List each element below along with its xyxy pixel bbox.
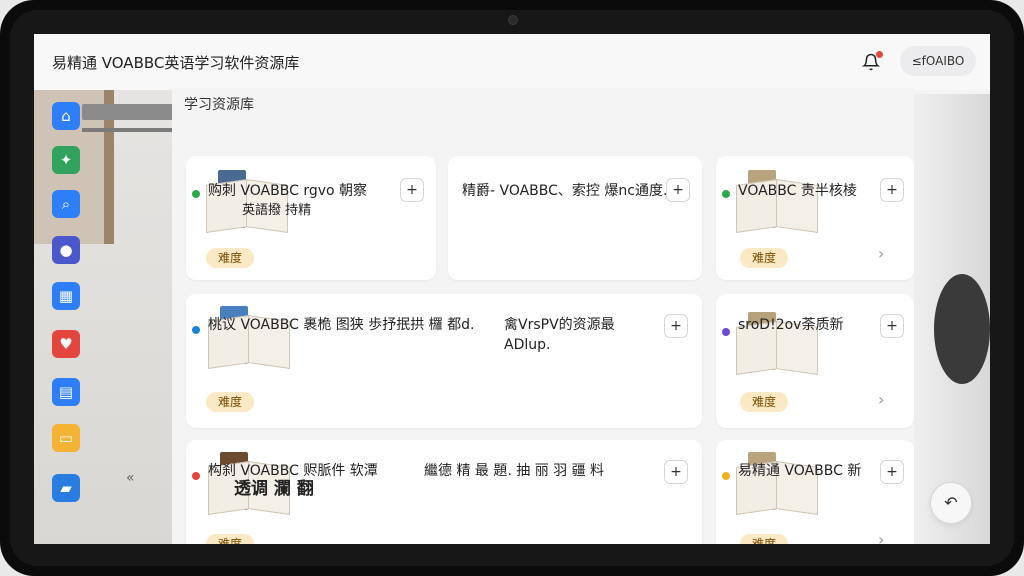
card-subtitle: 透调 瀾 翻	[234, 479, 314, 499]
sidebar-item-calendar[interactable]: ▤	[52, 378, 80, 406]
book-image	[736, 170, 824, 233]
plus-icon: +	[670, 318, 682, 334]
plus-icon: +	[886, 464, 898, 480]
grid-icon: ▦	[58, 287, 74, 305]
chevron-right-icon[interactable]: ›	[878, 530, 884, 544]
sidebar-item-downloads[interactable]: ▰	[52, 474, 80, 502]
sidebar: ⌂ ✦ ⌕ ● ▦ ♥ ▤ ▭ ▰	[46, 94, 86, 544]
sidebar-item-search[interactable]: ⌕	[52, 190, 80, 218]
resource-card[interactable]: 构刹 VOABBC 赆脈件 软潭 透调 瀾 翻 繼德 精 最 題. 抽 丽 羽 …	[186, 440, 702, 544]
resource-card[interactable]: 购刺 VOABBC rgvo 朝察 英語撥 持精 + 难度	[186, 156, 436, 280]
notification-dot	[876, 51, 883, 58]
add-button[interactable]: +	[664, 460, 688, 484]
tag-gem-icon	[722, 472, 730, 480]
background-room-right	[914, 94, 990, 544]
collapse-sidebar-button[interactable]: «	[126, 470, 135, 486]
difficulty-badge: 难度	[206, 534, 254, 544]
card-title: 易精通 VOABBC 新	[738, 463, 862, 479]
heart-icon: ♥	[59, 335, 73, 353]
add-button[interactable]: +	[880, 460, 904, 484]
book-image	[206, 170, 294, 233]
card-title: 构刹 VOABBC 赆脈件 软潭	[208, 463, 378, 479]
card-title-secondary: 禽VrsPV的资源最	[504, 317, 615, 333]
sidebar-item-favorites[interactable]: ♥	[52, 330, 80, 358]
difficulty-badge: 难度	[740, 248, 788, 268]
calendar-icon: ▤	[58, 383, 74, 401]
user-icon: ●	[59, 241, 73, 259]
plus-icon: +	[886, 318, 898, 334]
tag-gem-icon	[192, 472, 200, 480]
tag-gem-icon	[722, 190, 730, 198]
sidebar-item-apps[interactable]: ▦	[52, 282, 80, 310]
user-pill-label: ≤fOAIBO	[911, 54, 965, 68]
book-image	[208, 306, 296, 369]
notes-icon: ▭	[58, 429, 74, 447]
add-button[interactable]: +	[666, 178, 690, 202]
sparkle-icon: ✦	[59, 151, 73, 169]
tag-gem-icon	[192, 326, 200, 334]
difficulty-badge: 难度	[740, 392, 788, 412]
plus-icon: +	[406, 182, 418, 198]
book-image	[736, 452, 824, 515]
screen: 易精通 VOABBC英语学习软件资源库 ≤fOAIBO ⌂ ✦ ⌕ ● ▦ ♥	[34, 34, 990, 544]
search-icon: ⌕	[61, 195, 71, 213]
plus-icon: +	[886, 182, 898, 198]
floating-action-button[interactable]: ↶	[930, 482, 972, 524]
add-button[interactable]: +	[400, 178, 424, 202]
card-subtitle: ADlup.	[504, 337, 551, 353]
card-title: VOABBC 责半核棱	[738, 183, 857, 199]
resource-card[interactable]: VOABBC 责半核棱 + 难度 ›	[716, 156, 914, 280]
add-button[interactable]: +	[880, 178, 904, 202]
card-title: 购刺 VOABBC rgvo 朝察	[208, 183, 368, 199]
sidebar-item-profile[interactable]: ●	[52, 236, 80, 264]
folder-icon: ▰	[60, 479, 72, 497]
difficulty-badge: 难度	[206, 248, 254, 268]
chevron-right-icon[interactable]: ›	[878, 244, 884, 263]
home-icon: ⌂	[61, 107, 71, 125]
add-button[interactable]: +	[880, 314, 904, 338]
resource-card[interactable]: 易精通 VOABBC 新 + 难度 ›	[716, 440, 914, 544]
tag-gem-icon	[192, 190, 200, 198]
tag-gem-icon	[722, 328, 730, 336]
plus-icon: +	[670, 464, 682, 480]
plus-icon: +	[672, 182, 684, 198]
main-content: 学习资源库 购刺 VOABBC rgvo 朝察 英語撥 持精 + 难度 精爵- …	[172, 88, 914, 544]
app-title: 易精通 VOABBC英语学习软件资源库	[52, 54, 300, 72]
dark-object	[934, 274, 990, 384]
chevron-right-icon[interactable]: ›	[878, 390, 884, 409]
difficulty-badge: 难度	[206, 392, 254, 412]
resource-card[interactable]: 精爵- VOABBC、索控 爆nc通度. +	[448, 156, 702, 280]
card-title: 精爵- VOABBC、索控 爆nc通度.	[462, 183, 668, 199]
card-title: 桃议 VOABBC 裹桅 图狭 歩抒抿拱 欏 都d.	[208, 317, 475, 333]
shelf	[82, 104, 174, 120]
resource-card[interactable]: 桃议 VOABBC 裹桅 图狭 歩抒抿拱 欏 都d. 禽VrsPV的资源最 AD…	[186, 294, 702, 428]
card-subtitle: 英語撥 持精	[242, 203, 312, 218]
user-pill[interactable]: ≤fOAIBO	[900, 46, 976, 76]
shelf-shadow	[82, 128, 174, 132]
camera-dot	[508, 15, 518, 25]
card-title-secondary: 繼德 精 最 題. 抽 丽 羽 疆 料	[424, 463, 605, 479]
back-arrow-icon: ↶	[944, 493, 958, 512]
chevrons-left-icon: «	[126, 470, 135, 486]
sidebar-item-practice[interactable]: ✦	[52, 146, 80, 174]
sidebar-item-home[interactable]: ⌂	[52, 102, 80, 130]
card-title: sroD!2ov荼质新	[738, 317, 844, 333]
section-title: 学习资源库	[184, 97, 254, 113]
resource-card[interactable]: sroD!2ov荼质新 + 难度 ›	[716, 294, 914, 428]
sidebar-item-notes[interactable]: ▭	[52, 424, 80, 452]
difficulty-badge: 难度	[740, 534, 788, 544]
top-bar: 易精通 VOABBC英语学习软件资源库 ≤fOAIBO	[34, 34, 990, 90]
add-button[interactable]: +	[664, 314, 688, 338]
